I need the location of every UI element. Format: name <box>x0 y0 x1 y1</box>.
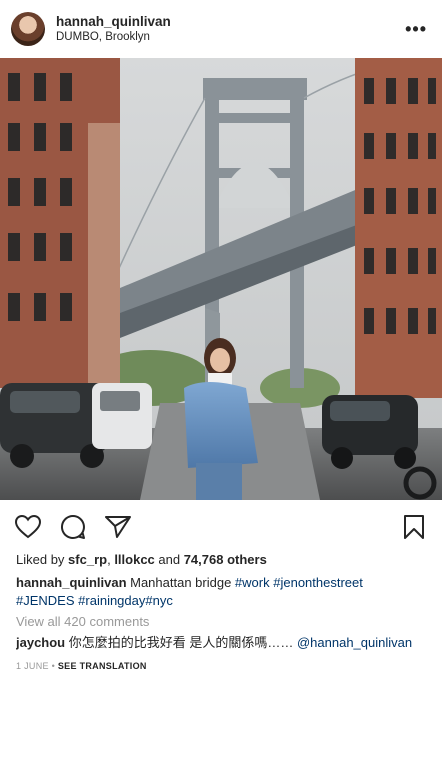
likes-others[interactable]: 74,768 others <box>184 552 267 567</box>
hashtag[interactable]: #rainingday <box>78 593 145 608</box>
avatar[interactable] <box>11 12 45 46</box>
more-options-icon[interactable]: ••• <box>401 19 431 40</box>
action-bar <box>0 510 442 544</box>
comment-username[interactable]: jaychou <box>16 635 65 650</box>
footer-dot: • <box>48 661 58 671</box>
post-footer: 1 JUNE • SEE TRANSLATION <box>16 657 432 675</box>
caption-text: Manhattan bridge <box>126 575 235 590</box>
post-date: 1 JUNE <box>16 661 49 671</box>
post-location[interactable]: DUMBO, Brooklyn <box>56 30 401 45</box>
comment-text: 你怎麼拍的比我好看 是人的關係嗎…… <box>65 635 297 650</box>
view-all-comments-link[interactable]: View all 420 comments <box>16 613 432 631</box>
photo-illustration <box>0 58 442 500</box>
post-username[interactable]: hannah_quinlivan <box>56 13 401 31</box>
hashtag[interactable]: #work <box>235 575 270 590</box>
hashtag[interactable]: #JENDES <box>16 593 75 608</box>
likes-prefix: Liked by <box>16 552 69 567</box>
see-translation-link[interactable]: SEE TRANSLATION <box>58 661 147 671</box>
bookmark-icon[interactable] <box>400 513 428 541</box>
hashtag[interactable]: #nyc <box>145 593 172 608</box>
comment-mention[interactable]: @hannah_quinlivan <box>297 635 412 650</box>
liker-2[interactable]: lllokcc <box>114 552 154 567</box>
post-photo[interactable] <box>0 58 442 500</box>
post-meta: Liked by sfc_rp, lllokcc and 74,768 othe… <box>16 551 432 675</box>
post-user-block: hannah_quinlivan DUMBO, Brooklyn <box>56 13 401 45</box>
comment-row: jaychou 你怎麼拍的比我好看 是人的關係嗎…… @hannah_quinl… <box>16 634 432 652</box>
likes-and: and <box>154 552 184 567</box>
paper-plane-icon[interactable] <box>104 513 132 541</box>
likes-line[interactable]: Liked by sfc_rp, lllokcc and 74,768 othe… <box>16 551 432 569</box>
caption-username[interactable]: hannah_quinlivan <box>16 575 127 590</box>
comment-icon[interactable] <box>59 513 87 541</box>
heart-icon[interactable] <box>14 513 42 541</box>
hashtag[interactable]: #jenonthestreet <box>273 575 363 590</box>
post-header: hannah_quinlivan DUMBO, Brooklyn ••• <box>0 0 442 58</box>
caption: hannah_quinlivan Manhattan bridge #work … <box>16 574 432 610</box>
liker-1[interactable]: sfc_rp <box>68 552 107 567</box>
